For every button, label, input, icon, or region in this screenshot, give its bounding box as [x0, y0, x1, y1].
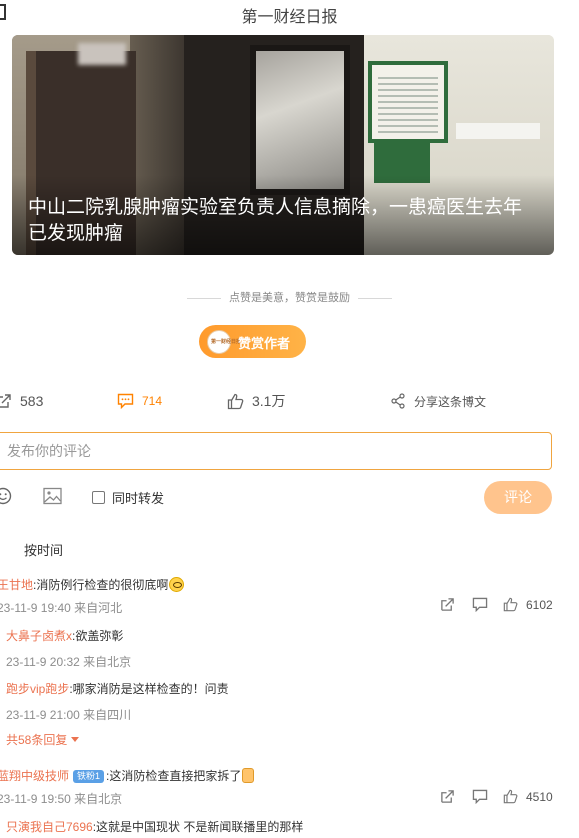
photo-blurred-sign — [78, 43, 126, 65]
chevron-down-icon — [70, 737, 79, 742]
thumbs-up-emoji-icon — [242, 768, 255, 783]
comment-meta: 23-11-9 19:40 来自河北 — [0, 601, 123, 615]
article-title[interactable]: 中山二院乳腺肿瘤实验室负责人信息摘除，一患癌医生去年已发现肿瘤 — [28, 195, 536, 247]
repost-count: 583 — [20, 393, 44, 409]
reply-text: :这就是中国现状 不是新闻联播里的那样 — [92, 820, 304, 834]
share-post-button[interactable]: 分享这条博文 — [390, 390, 486, 412]
like-button[interactable]: 3.1万 — [227, 390, 285, 412]
repost-icon — [0, 394, 11, 408]
page-title: 第一财经日报 — [241, 9, 338, 26]
comment-count: 714 — [142, 394, 163, 408]
praise-note-text: 点赞是美意，赞赏是鼓励 — [229, 292, 350, 304]
author-avatar: 第一财经日报 — [207, 330, 241, 354]
article-card[interactable]: 中山二院乳腺肿瘤实验室负责人信息摘除，一患癌医生去年已发现肿瘤 — [12, 35, 554, 255]
repost-icon[interactable] — [440, 597, 455, 612]
repost-checkbox[interactable]: 同时转发 — [92, 488, 164, 507]
reward-author-label: 赞赏作者 — [238, 336, 291, 351]
share-icon — [391, 393, 405, 409]
comment-username[interactable]: 蓝翔中级技师 — [0, 769, 69, 783]
comment-icon — [117, 393, 134, 409]
comment-input[interactable] — [0, 432, 552, 470]
photo-paper — [456, 123, 540, 139]
sort-by-time[interactable]: 按时间 — [24, 540, 63, 559]
comment-like-count: 4510 — [526, 789, 553, 804]
reply-username[interactable]: 只演我自己7696 — [6, 820, 93, 834]
photo-notice-text — [378, 77, 438, 133]
divider — [187, 297, 221, 299]
reply-meta: 23-11-9 21:00 来自四川 — [6, 708, 132, 722]
comment-icon[interactable] — [472, 789, 488, 804]
fan-badge: 铁粉1 — [73, 770, 105, 783]
image-upload-icon[interactable] — [43, 487, 62, 510]
top-bar: 第一财经日报 — [0, 0, 579, 26]
eyes-emoji-icon — [169, 577, 185, 592]
repost-checkbox-label: 同时转发 — [112, 491, 165, 506]
comment-text: :消防例行检查的很彻底啊 — [33, 578, 169, 592]
comment-button[interactable]: 714 — [117, 390, 162, 412]
reply-username[interactable]: 跑步vip跑步 — [6, 682, 69, 696]
emoji-icon[interactable] — [0, 487, 12, 510]
reply-item: 大鼻子卤煮x:欲盖弥彰 23-11-9 20:32 来自北京 — [6, 627, 131, 670]
comment-meta: 23-11-9 19:50 来自北京 — [0, 792, 123, 806]
reward-author-button[interactable]: 第一财经日报 赞赏作者 — [199, 325, 306, 358]
more-replies-link[interactable]: 共58条回复 — [6, 731, 79, 748]
reply-text: :哪家消防是这样检查的！问责 — [69, 682, 229, 696]
like-icon[interactable] — [503, 789, 518, 804]
repost-icon[interactable] — [440, 789, 455, 804]
share-post-label: 分享这条博文 — [414, 394, 487, 409]
reply-meta: 23-11-9 20:32 来自北京 — [6, 655, 132, 669]
checkbox-square[interactable] — [92, 491, 105, 504]
repost-button[interactable]: 583 — [0, 390, 43, 412]
like-count: 3.1万 — [252, 393, 286, 409]
comment-toolbar: 同时转发 评论 — [0, 481, 579, 514]
comment-actions: 6102 — [440, 597, 553, 612]
comment-item: 蓝翔中级技师 铁粉1:这消防检查直接把家拆了 — [0, 767, 577, 784]
like-icon[interactable] — [503, 597, 518, 612]
photo-window — [250, 45, 350, 195]
more-replies-label: 共58条回复 — [6, 733, 68, 747]
like-icon — [227, 393, 244, 409]
submit-comment-button[interactable]: 评论 — [484, 481, 552, 514]
praise-note: 点赞是美意，赞赏是鼓励 — [0, 289, 579, 305]
comment-like-count: 6102 — [526, 597, 553, 612]
comment-icon[interactable] — [472, 597, 488, 612]
comment-text: :这消防检查直接把家拆了 — [106, 769, 242, 783]
reply-username[interactable]: 大鼻子卤煮x — [6, 629, 72, 643]
action-bar: 583 714 3.1万 分享这条博文 — [0, 390, 579, 412]
reply-item: 只演我自己7696:这就是中国现状 不是新闻联播里的那样 — [6, 818, 303, 835]
reply-item: 跑步vip跑步:哪家消防是这样检查的！问责 23-11-9 21:00 来自四川 — [6, 680, 229, 723]
comment-item: 王甘地:消防例行检查的很彻底啊 — [0, 576, 577, 593]
reply-text: :欲盖弥彰 — [72, 629, 124, 643]
divider — [358, 297, 392, 299]
comment-username[interactable]: 王甘地 — [0, 578, 33, 592]
comment-actions: 4510 — [440, 789, 553, 804]
